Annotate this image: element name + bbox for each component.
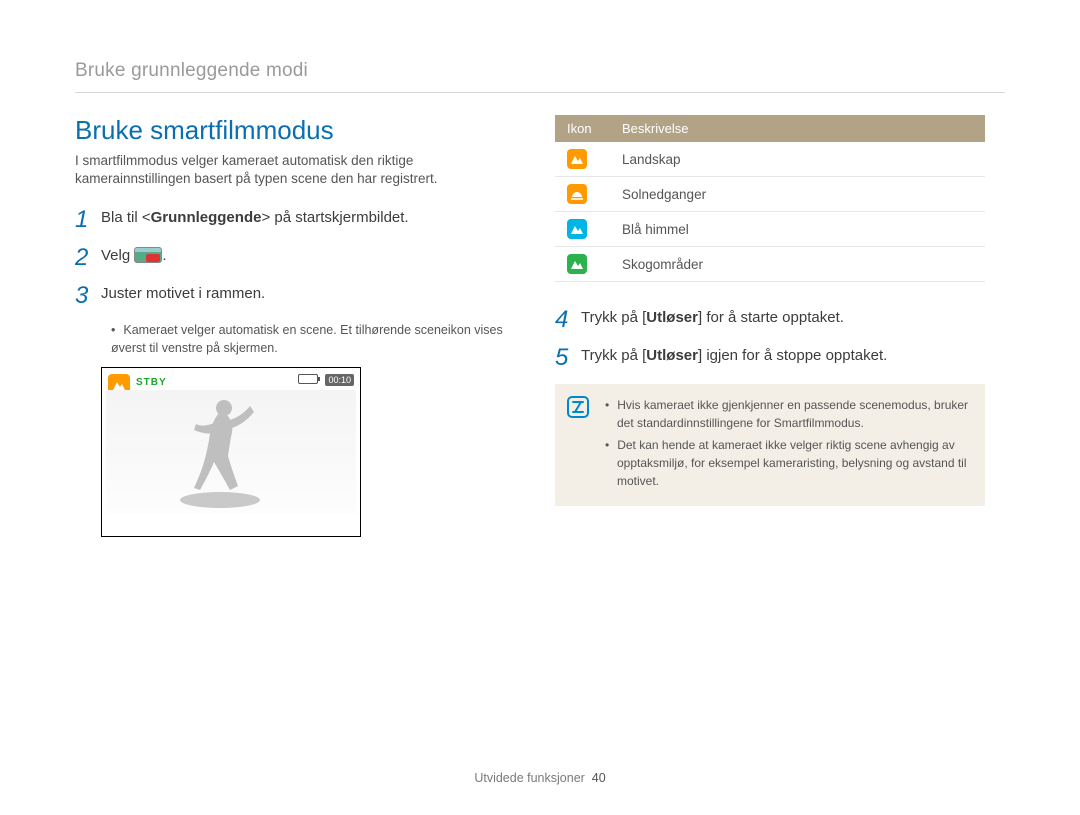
step-number: 5 (555, 346, 571, 370)
footer-page: 40 (592, 771, 606, 785)
step-number: 1 (75, 208, 91, 232)
step-number: 4 (555, 308, 571, 332)
step-text: Trykk på [Utløser] igjen for å stoppe op… (581, 346, 887, 366)
step-4: 4 Trykk på [Utløser] for å starte opptak… (555, 308, 985, 332)
step5-suffix: ] igjen for å stoppe opptaket. (698, 347, 887, 364)
page-title: Bruke smartfilmmodus (75, 115, 505, 146)
step-3: 3 Juster motivet i rammen. (75, 284, 505, 308)
desc-cell: Skogområder (610, 247, 985, 282)
step-number: 2 (75, 246, 91, 270)
icon-cell (555, 142, 610, 177)
step-text: Juster motivet i rammen. (101, 284, 265, 304)
icon-cell (555, 212, 610, 247)
step1-suffix: > på startskjermbildet. (261, 209, 408, 226)
note-box: Hvis kameraet ikke gjenkjenner en passen… (555, 384, 985, 506)
note-list: Hvis kameraet ikke gjenkjenner en passen… (605, 396, 971, 490)
step-text: Trykk på [Utløser] for å starte opptaket… (581, 308, 844, 328)
step2-prefix: Velg (101, 247, 134, 264)
table-row: Solnedganger (555, 177, 985, 212)
icon-cell (555, 177, 610, 212)
intro-text: I smartfilmmodus velger kameraet automat… (75, 152, 505, 188)
step4-prefix: Trykk på [ (581, 309, 646, 326)
step-text: Bla til <Grunnleggende> på startskjermbi… (101, 208, 409, 228)
th-icon: Ikon (555, 115, 610, 142)
note-icon (567, 396, 589, 418)
note-item: Hvis kameraet ikke gjenkjenner en passen… (605, 396, 971, 432)
desc-cell: Solnedganger (610, 177, 985, 212)
camera-preview: STBY 00:10 HD 30F 🎤 ☳ (101, 367, 361, 537)
step-2: 2 Velg . (75, 246, 505, 270)
step2-suffix: . (162, 247, 166, 264)
note-item: Det kan hende at kameraet ikke velger ri… (605, 436, 971, 490)
step4-bold: Utløser (646, 309, 698, 326)
step-3-bullet: Kameraet velger automatisk en scene. Et … (111, 322, 505, 357)
footer-section: Utvidede funksjoner (474, 771, 584, 785)
mountain-icon (567, 254, 587, 274)
page-footer: Utvidede funksjoner 40 (0, 771, 1080, 785)
breadcrumb: Bruke grunnleggende modi (75, 60, 1005, 93)
table-row: Skogområder (555, 247, 985, 282)
mountain-icon (567, 219, 587, 239)
battery-icon (298, 374, 318, 384)
scene-icon-table: Ikon Beskrivelse LandskapSolnedgangerBlå… (555, 115, 985, 282)
table-row: Blå himmel (555, 212, 985, 247)
stby-label: STBY (136, 377, 167, 388)
icon-cell (555, 247, 610, 282)
table-row: Landskap (555, 142, 985, 177)
step1-prefix: Bla til < (101, 209, 151, 226)
rec-time: 00:10 (325, 374, 354, 386)
step5-bold: Utløser (646, 347, 698, 364)
step4-suffix: ] for å starte opptaket. (698, 309, 844, 326)
desc-cell: Blå himmel (610, 212, 985, 247)
step-5: 5 Trykk på [Utløser] igjen for å stoppe … (555, 346, 985, 370)
dancer-silhouette (158, 392, 278, 512)
smart-movie-mode-icon (134, 247, 162, 263)
step-text: Velg . (101, 246, 167, 266)
step-number: 3 (75, 284, 91, 308)
step-1: 1 Bla til <Grunnleggende> på startskjerm… (75, 208, 505, 232)
step5-prefix: Trykk på [ (581, 347, 646, 364)
th-desc: Beskrivelse (610, 115, 985, 142)
mountain-icon (567, 149, 587, 169)
sunset-icon (567, 184, 587, 204)
step1-bold: Grunnleggende (151, 209, 262, 226)
desc-cell: Landskap (610, 142, 985, 177)
